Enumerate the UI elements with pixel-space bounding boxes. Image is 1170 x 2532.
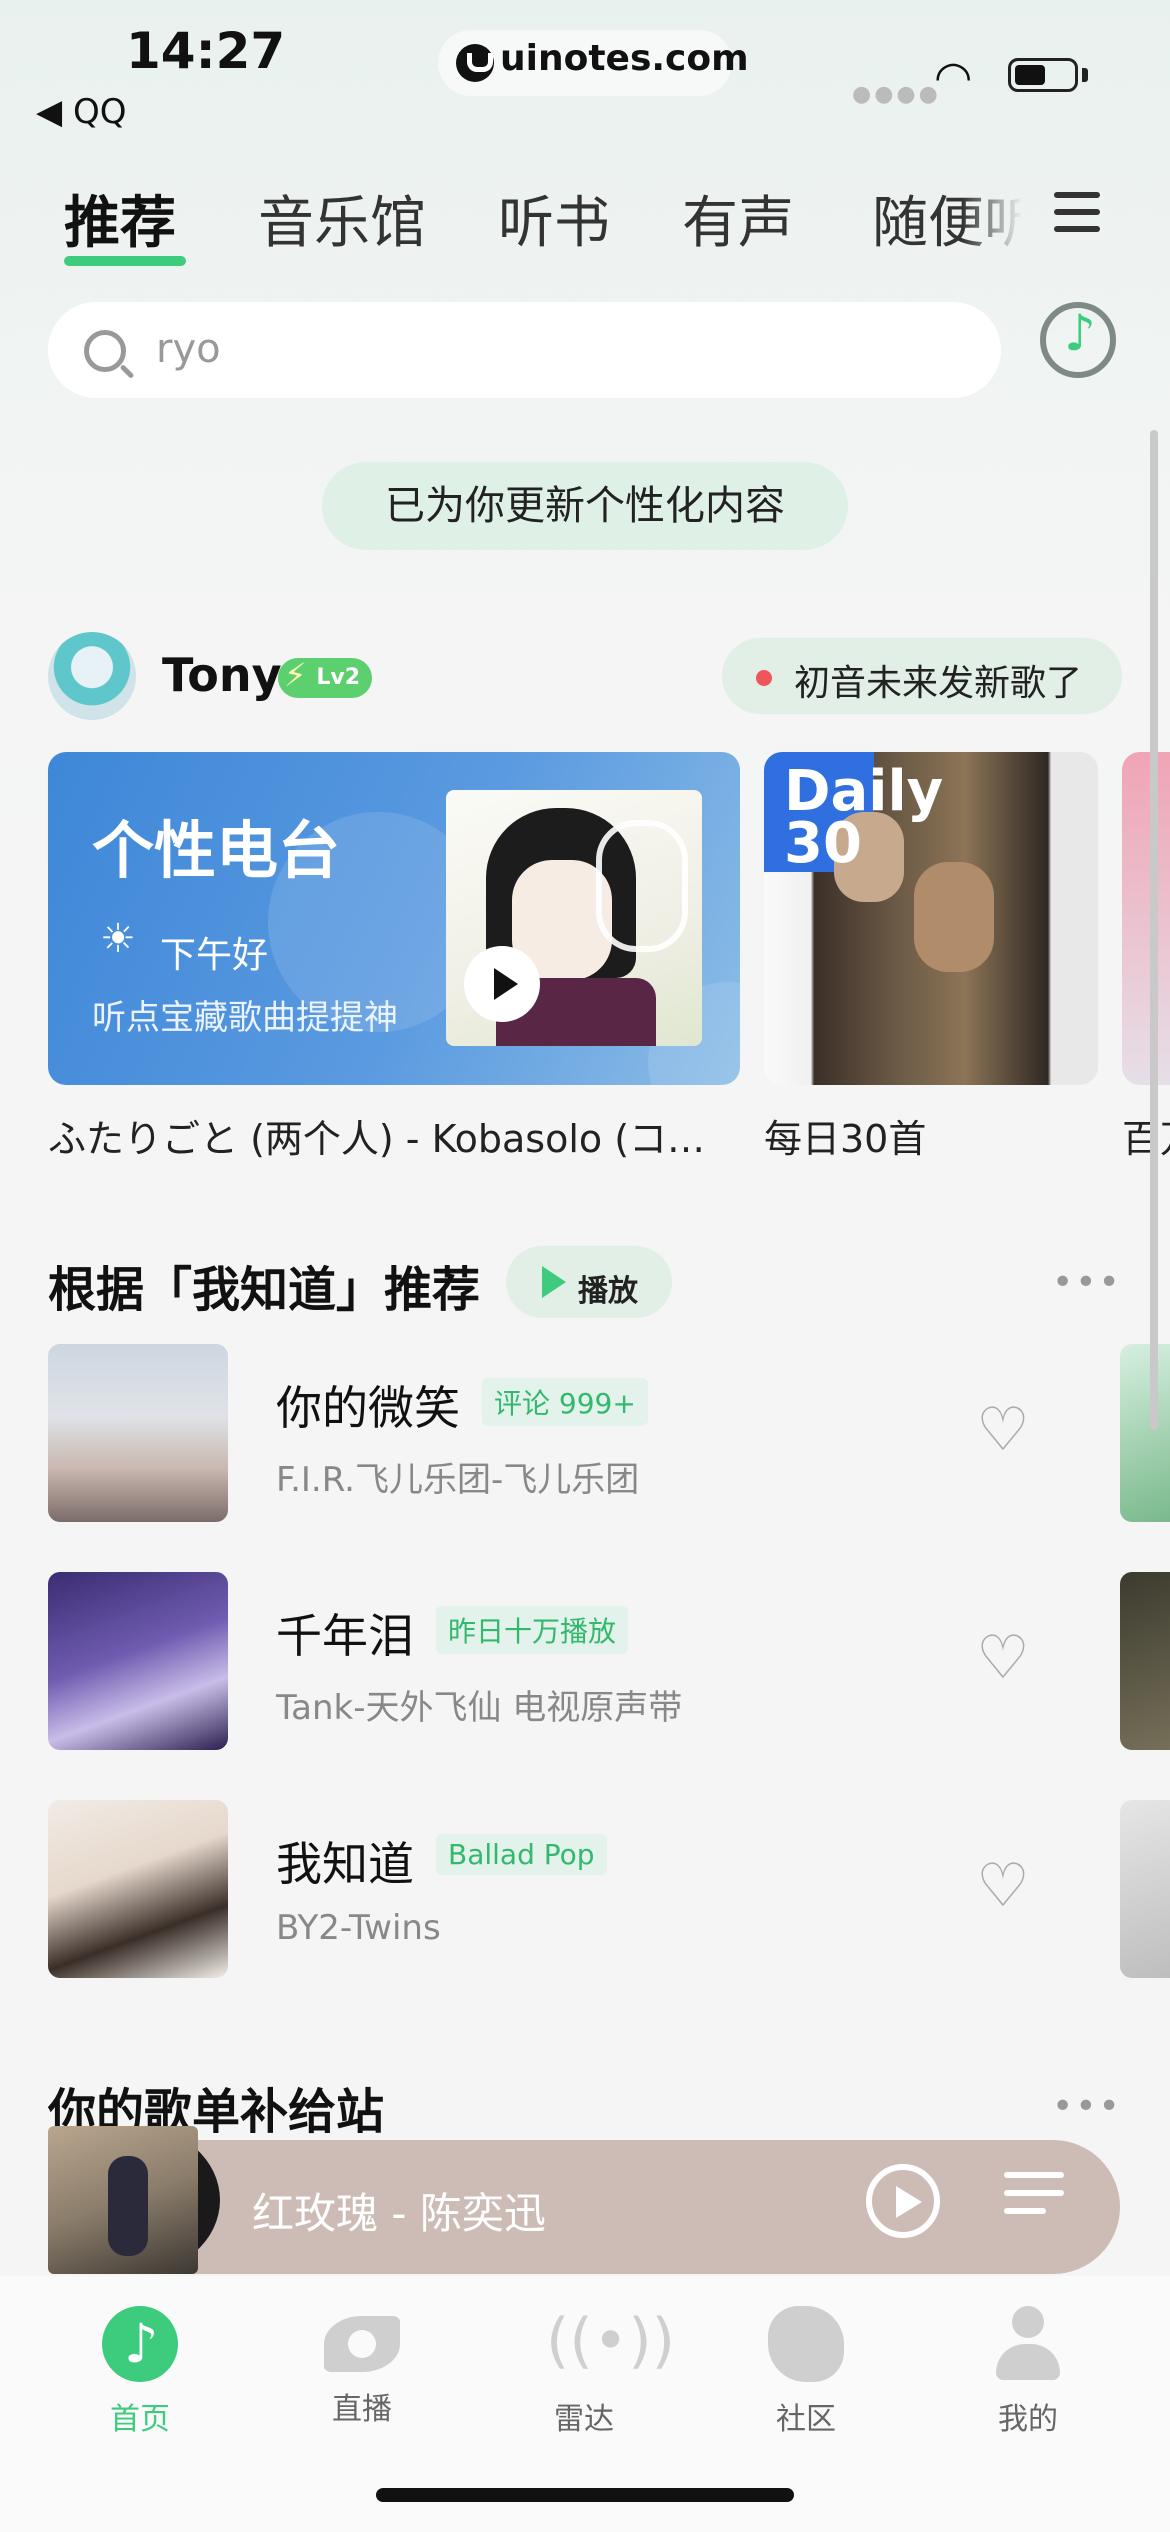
nav-label: 直播: [332, 2392, 392, 2427]
radio-caption[interactable]: ふたりごと (两个人) - Kobasolo (コ…: [48, 1108, 748, 1163]
song-title[interactable]: 你的微笑: [276, 1372, 460, 1438]
like-heart-icon[interactable]: ♡: [976, 1856, 1036, 1916]
song-title[interactable]: 千年泪: [276, 1600, 414, 1666]
notification-dot: [756, 670, 772, 686]
nav-home[interactable]: ♪ 首页: [60, 2306, 220, 2438]
nav-label: 我的: [998, 2402, 1058, 2437]
like-heart-icon[interactable]: ♡: [976, 1400, 1036, 1460]
music-recognition-icon[interactable]: ♪: [1040, 302, 1116, 378]
search-placeholder: ryo: [156, 326, 221, 372]
update-notice: 已为你更新个性化内容: [322, 462, 848, 550]
radar-icon: ((•)): [546, 2306, 676, 2376]
nav-live[interactable]: 直播: [282, 2306, 442, 2428]
player-song-title[interactable]: 红玫瑰 - 陈奕迅: [252, 2180, 546, 2241]
tab-audio[interactable]: 有声: [682, 178, 794, 259]
nav-mine[interactable]: 我的: [948, 2306, 1108, 2438]
radio-play-button[interactable]: [464, 946, 540, 1022]
more-icon[interactable]: •••: [1052, 1262, 1122, 1303]
player-album-cover[interactable]: [48, 2126, 198, 2274]
tab-casual-listen[interactable]: 随便听: [872, 178, 1022, 259]
cellular-signal-icon: ●●●●: [852, 82, 941, 107]
radio-subtitle: 听点宝藏歌曲提提神: [92, 998, 398, 1038]
username[interactable]: Tony: [162, 648, 282, 702]
home-indicator: [376, 2488, 794, 2502]
daily-30-caption[interactable]: 每日30首: [764, 1108, 926, 1163]
wifi-icon: ◠: [934, 52, 973, 103]
song-tag: 昨日十万播放: [436, 1606, 629, 1654]
lightning-icon: ⚡: [284, 656, 307, 694]
playlist-icon[interactable]: [1004, 2172, 1064, 2226]
play-all-label: 播放: [578, 1274, 638, 1309]
eye-icon: [324, 2316, 400, 2372]
song-title[interactable]: 我知道: [276, 1828, 414, 1894]
player-play-button[interactable]: [866, 2164, 940, 2238]
radio-title: 个性电台: [92, 814, 341, 887]
nav-label: 首页: [110, 2402, 170, 2437]
status-time: 14:27: [126, 22, 286, 80]
daily-30-label: Daily 30: [784, 759, 944, 876]
site-logo-icon: [456, 44, 494, 82]
next-card-peek[interactable]: [1122, 752, 1170, 1085]
battery-tip: [1082, 68, 1088, 82]
song-cover[interactable]: [48, 1344, 228, 1522]
next-card-caption: 百万: [1122, 1117, 1170, 1161]
song-cover[interactable]: [48, 1800, 228, 1978]
song-tag: 评论 999+: [482, 1378, 648, 1426]
active-tab-indicator: [64, 256, 186, 266]
song-tag: Ballad Pop: [436, 1834, 607, 1875]
tab-menu-icon[interactable]: [1054, 192, 1100, 243]
battery-icon: [1008, 58, 1078, 92]
sun-icon: [100, 916, 136, 962]
user-avatar[interactable]: [48, 632, 136, 720]
song-cover[interactable]: [48, 1572, 228, 1750]
side-card-peek[interactable]: [1120, 1800, 1170, 1978]
nav-community[interactable]: 社区: [726, 2306, 886, 2438]
side-card-peek[interactable]: [1120, 1344, 1170, 1522]
song-artist: BY2-Twins: [276, 1908, 441, 1948]
radio-greeting: 下午好: [160, 935, 269, 976]
nav-label: 社区: [776, 2402, 836, 2437]
song-artist: Tank-天外飞仙 电视原声带: [276, 1688, 683, 1728]
back-to-qq-link[interactable]: ◀ QQ: [36, 92, 126, 132]
url-text: uinotes.com: [500, 38, 749, 79]
more-icon[interactable]: •••: [1052, 2086, 1122, 2127]
play-icon: [542, 1266, 566, 1298]
community-icon: [768, 2306, 844, 2382]
nav-radar[interactable]: ((•)) 雷达: [504, 2306, 676, 2438]
home-note-icon: ♪: [102, 2306, 178, 2382]
like-heart-icon[interactable]: ♡: [976, 1628, 1036, 1688]
profile-icon: [990, 2306, 1066, 2382]
tab-recommend[interactable]: 推荐: [64, 178, 176, 259]
song-artist: F.I.R.飞儿乐团-飞儿乐团: [276, 1460, 640, 1500]
nav-label: 雷达: [554, 2402, 614, 2437]
tab-audiobook[interactable]: 听书: [498, 178, 610, 259]
recommend-section-title: 根据「我知道」推荐: [48, 1262, 481, 1318]
search-icon: [84, 330, 126, 372]
tab-music-hall[interactable]: 音乐馆: [258, 178, 426, 259]
side-card-peek[interactable]: [1120, 1572, 1170, 1750]
scrollbar[interactable]: [1150, 430, 1158, 1430]
new-song-alert-text: 初音未来发新歌了: [794, 663, 1083, 704]
